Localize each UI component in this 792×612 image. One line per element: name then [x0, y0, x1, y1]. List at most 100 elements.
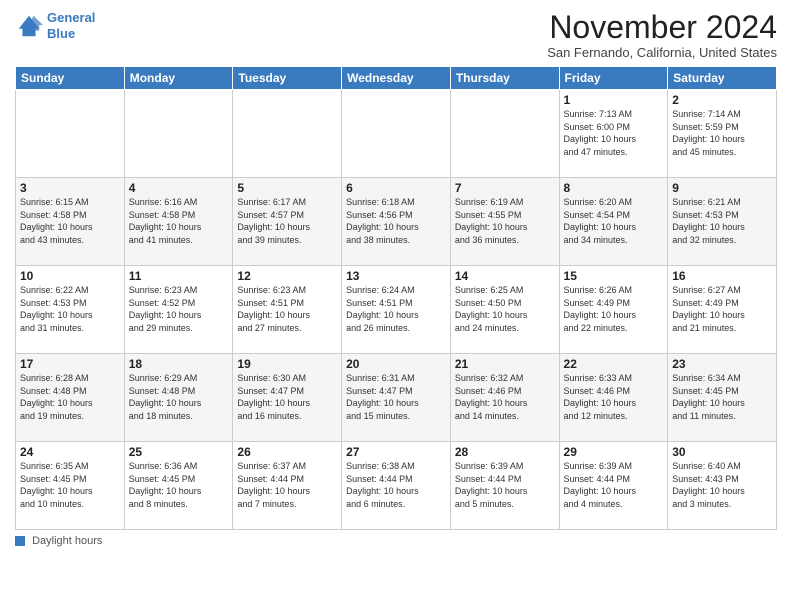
calendar-cell: 7Sunrise: 6:19 AM Sunset: 4:55 PM Daylig…	[450, 178, 559, 266]
day-number: 18	[129, 357, 229, 371]
day-info: Sunrise: 6:30 AM Sunset: 4:47 PM Dayligh…	[237, 372, 337, 422]
day-info: Sunrise: 6:25 AM Sunset: 4:50 PM Dayligh…	[455, 284, 555, 334]
calendar-cell: 21Sunrise: 6:32 AM Sunset: 4:46 PM Dayli…	[450, 354, 559, 442]
weekday-header-cell: Thursday	[450, 67, 559, 90]
calendar-cell: 26Sunrise: 6:37 AM Sunset: 4:44 PM Dayli…	[233, 442, 342, 530]
calendar-cell: 20Sunrise: 6:31 AM Sunset: 4:47 PM Dayli…	[342, 354, 451, 442]
calendar-cell: 27Sunrise: 6:38 AM Sunset: 4:44 PM Dayli…	[342, 442, 451, 530]
day-number: 19	[237, 357, 337, 371]
day-number: 12	[237, 269, 337, 283]
calendar-cell: 6Sunrise: 6:18 AM Sunset: 4:56 PM Daylig…	[342, 178, 451, 266]
calendar-week-row: 24Sunrise: 6:35 AM Sunset: 4:45 PM Dayli…	[16, 442, 777, 530]
calendar-cell	[450, 90, 559, 178]
day-info: Sunrise: 6:23 AM Sunset: 4:52 PM Dayligh…	[129, 284, 229, 334]
day-info: Sunrise: 6:33 AM Sunset: 4:46 PM Dayligh…	[564, 372, 664, 422]
day-info: Sunrise: 6:35 AM Sunset: 4:45 PM Dayligh…	[20, 460, 120, 510]
calendar-cell: 9Sunrise: 6:21 AM Sunset: 4:53 PM Daylig…	[668, 178, 777, 266]
day-number: 20	[346, 357, 446, 371]
logo: General Blue	[15, 10, 95, 41]
day-info: Sunrise: 6:16 AM Sunset: 4:58 PM Dayligh…	[129, 196, 229, 246]
day-number: 23	[672, 357, 772, 371]
day-number: 21	[455, 357, 555, 371]
calendar-week-row: 3Sunrise: 6:15 AM Sunset: 4:58 PM Daylig…	[16, 178, 777, 266]
day-info: Sunrise: 6:17 AM Sunset: 4:57 PM Dayligh…	[237, 196, 337, 246]
calendar-cell: 28Sunrise: 6:39 AM Sunset: 4:44 PM Dayli…	[450, 442, 559, 530]
day-number: 17	[20, 357, 120, 371]
calendar-cell: 19Sunrise: 6:30 AM Sunset: 4:47 PM Dayli…	[233, 354, 342, 442]
calendar-week-row: 17Sunrise: 6:28 AM Sunset: 4:48 PM Dayli…	[16, 354, 777, 442]
calendar-cell: 11Sunrise: 6:23 AM Sunset: 4:52 PM Dayli…	[124, 266, 233, 354]
weekday-header-cell: Monday	[124, 67, 233, 90]
day-number: 24	[20, 445, 120, 459]
title-area: November 2024 San Fernando, California, …	[547, 10, 777, 60]
day-number: 5	[237, 181, 337, 195]
day-info: Sunrise: 6:32 AM Sunset: 4:46 PM Dayligh…	[455, 372, 555, 422]
calendar-cell: 12Sunrise: 6:23 AM Sunset: 4:51 PM Dayli…	[233, 266, 342, 354]
calendar-cell: 5Sunrise: 6:17 AM Sunset: 4:57 PM Daylig…	[233, 178, 342, 266]
day-number: 7	[455, 181, 555, 195]
calendar-cell: 15Sunrise: 6:26 AM Sunset: 4:49 PM Dayli…	[559, 266, 668, 354]
legend-label: Daylight hours	[32, 535, 102, 547]
calendar-cell: 14Sunrise: 6:25 AM Sunset: 4:50 PM Dayli…	[450, 266, 559, 354]
day-info: Sunrise: 6:24 AM Sunset: 4:51 PM Dayligh…	[346, 284, 446, 334]
day-info: Sunrise: 6:39 AM Sunset: 4:44 PM Dayligh…	[564, 460, 664, 510]
day-number: 22	[564, 357, 664, 371]
location: San Fernando, California, United States	[547, 45, 777, 60]
day-number: 25	[129, 445, 229, 459]
day-info: Sunrise: 6:36 AM Sunset: 4:45 PM Dayligh…	[129, 460, 229, 510]
logo-icon	[15, 12, 43, 40]
calendar-cell: 17Sunrise: 6:28 AM Sunset: 4:48 PM Dayli…	[16, 354, 125, 442]
day-number: 8	[564, 181, 664, 195]
day-number: 10	[20, 269, 120, 283]
day-number: 29	[564, 445, 664, 459]
page: General Blue November 2024 San Fernando,…	[0, 0, 792, 612]
day-number: 26	[237, 445, 337, 459]
day-number: 3	[20, 181, 120, 195]
calendar-cell	[342, 90, 451, 178]
logo-text: General Blue	[47, 10, 95, 41]
day-info: Sunrise: 6:37 AM Sunset: 4:44 PM Dayligh…	[237, 460, 337, 510]
calendar-cell: 29Sunrise: 6:39 AM Sunset: 4:44 PM Dayli…	[559, 442, 668, 530]
weekday-header-row: SundayMondayTuesdayWednesdayThursdayFrid…	[16, 67, 777, 90]
day-number: 28	[455, 445, 555, 459]
day-info: Sunrise: 6:22 AM Sunset: 4:53 PM Dayligh…	[20, 284, 120, 334]
day-number: 15	[564, 269, 664, 283]
day-info: Sunrise: 6:34 AM Sunset: 4:45 PM Dayligh…	[672, 372, 772, 422]
calendar-cell: 25Sunrise: 6:36 AM Sunset: 4:45 PM Dayli…	[124, 442, 233, 530]
day-info: Sunrise: 6:39 AM Sunset: 4:44 PM Dayligh…	[455, 460, 555, 510]
day-info: Sunrise: 7:14 AM Sunset: 5:59 PM Dayligh…	[672, 108, 772, 158]
weekday-header-cell: Tuesday	[233, 67, 342, 90]
calendar-cell: 10Sunrise: 6:22 AM Sunset: 4:53 PM Dayli…	[16, 266, 125, 354]
day-number: 13	[346, 269, 446, 283]
month-title: November 2024	[547, 10, 777, 45]
day-number: 16	[672, 269, 772, 283]
day-number: 2	[672, 93, 772, 107]
day-info: Sunrise: 6:23 AM Sunset: 4:51 PM Dayligh…	[237, 284, 337, 334]
day-info: Sunrise: 7:13 AM Sunset: 6:00 PM Dayligh…	[564, 108, 664, 158]
calendar-body: 1Sunrise: 7:13 AM Sunset: 6:00 PM Daylig…	[16, 90, 777, 530]
day-info: Sunrise: 6:18 AM Sunset: 4:56 PM Dayligh…	[346, 196, 446, 246]
day-info: Sunrise: 6:26 AM Sunset: 4:49 PM Dayligh…	[564, 284, 664, 334]
day-number: 11	[129, 269, 229, 283]
calendar-week-row: 1Sunrise: 7:13 AM Sunset: 6:00 PM Daylig…	[16, 90, 777, 178]
weekday-header-cell: Saturday	[668, 67, 777, 90]
day-info: Sunrise: 6:15 AM Sunset: 4:58 PM Dayligh…	[20, 196, 120, 246]
day-number: 30	[672, 445, 772, 459]
calendar-cell: 13Sunrise: 6:24 AM Sunset: 4:51 PM Dayli…	[342, 266, 451, 354]
calendar-cell: 4Sunrise: 6:16 AM Sunset: 4:58 PM Daylig…	[124, 178, 233, 266]
logo-line1: General	[47, 10, 95, 25]
calendar-cell: 23Sunrise: 6:34 AM Sunset: 4:45 PM Dayli…	[668, 354, 777, 442]
calendar-cell	[124, 90, 233, 178]
calendar-cell: 3Sunrise: 6:15 AM Sunset: 4:58 PM Daylig…	[16, 178, 125, 266]
calendar-cell: 16Sunrise: 6:27 AM Sunset: 4:49 PM Dayli…	[668, 266, 777, 354]
weekday-header-cell: Wednesday	[342, 67, 451, 90]
calendar-cell: 30Sunrise: 6:40 AM Sunset: 4:43 PM Dayli…	[668, 442, 777, 530]
legend-dot	[15, 536, 25, 546]
day-number: 27	[346, 445, 446, 459]
weekday-header-cell: Sunday	[16, 67, 125, 90]
header: General Blue November 2024 San Fernando,…	[15, 10, 777, 60]
day-info: Sunrise: 6:27 AM Sunset: 4:49 PM Dayligh…	[672, 284, 772, 334]
day-info: Sunrise: 6:29 AM Sunset: 4:48 PM Dayligh…	[129, 372, 229, 422]
day-info: Sunrise: 6:19 AM Sunset: 4:55 PM Dayligh…	[455, 196, 555, 246]
day-info: Sunrise: 6:31 AM Sunset: 4:47 PM Dayligh…	[346, 372, 446, 422]
